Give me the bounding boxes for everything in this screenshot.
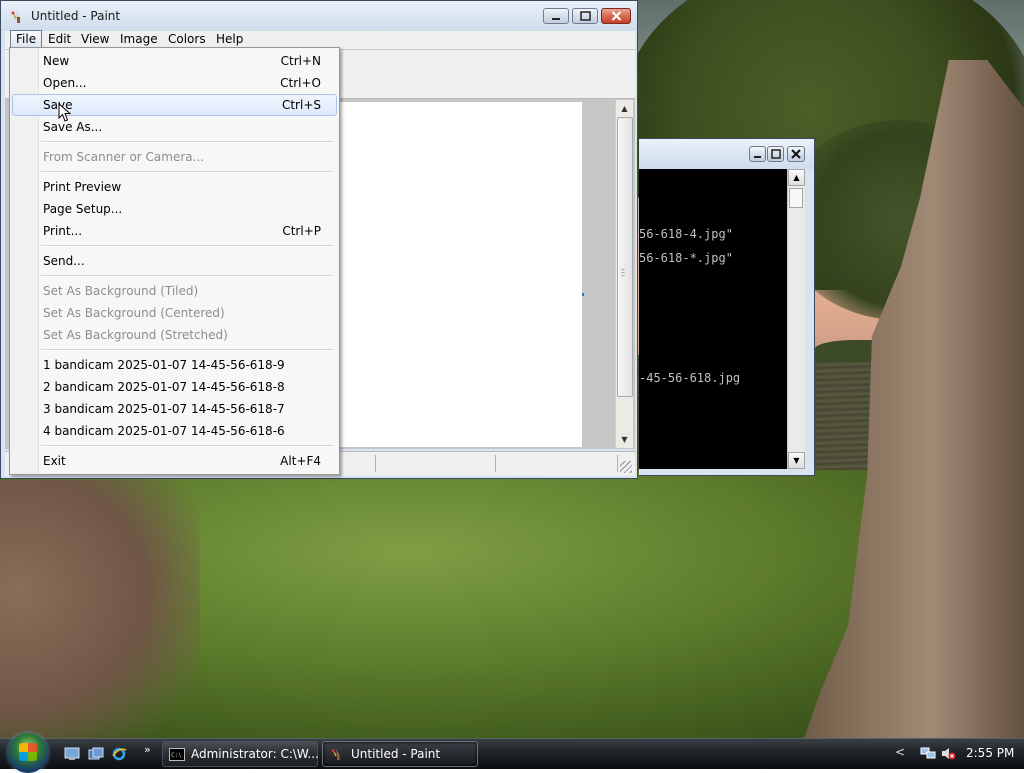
wallpaper-path <box>0 480 200 740</box>
paint-icon <box>331 748 340 761</box>
svg-text:C:\: C:\ <box>171 752 182 759</box>
cmd-titlebar[interactable] <box>639 139 814 169</box>
show-desktop-icon[interactable] <box>64 747 80 761</box>
taskbar-button-cmd[interactable]: C:\ Administrator: C:\W... <box>162 741 319 767</box>
internet-explorer-icon[interactable] <box>111 747 127 761</box>
menu-item-background-centered[interactable]: Set As Background (Centered) <box>12 302 337 324</box>
menu-item-page-setup[interactable]: Page Setup... <box>12 198 337 220</box>
scroll-grip-icon: – – – <box>621 265 625 280</box>
scroll-up-arrow-icon[interactable]: ▲ <box>788 169 805 186</box>
volume-muted-icon[interactable] <box>940 746 956 761</box>
maximize-icon <box>770 149 781 159</box>
menu-item-open[interactable]: Open... Ctrl+O <box>12 72 337 94</box>
paint-icon <box>11 11 20 23</box>
cmd-output-line: 56-618-4.jpg" <box>639 227 733 241</box>
close-icon <box>611 11 621 21</box>
menu-item-print-preview[interactable]: Print Preview <box>12 176 337 198</box>
canvas-resize-handle[interactable] <box>582 293 584 296</box>
menu-item-print[interactable]: Print... Ctrl+P <box>12 220 337 242</box>
cmd-icon: C:\ <box>169 748 185 761</box>
paint-titlebar[interactable]: Untitled - Paint <box>1 1 637 31</box>
close-icon <box>791 149 801 159</box>
cmd-minimize-button[interactable] <box>749 146 766 162</box>
scroll-down-arrow-icon[interactable]: ▼ <box>788 452 805 469</box>
quick-launch-more-icon[interactable]: » <box>144 743 151 756</box>
cmd-console-output[interactable]: 56-618-4.jpg" 56-618-*.jpg" -45-56-618.j… <box>639 169 787 469</box>
scroll-down-arrow-icon[interactable]: ▼ <box>616 431 633 448</box>
menu-separator <box>41 141 333 143</box>
cmd-close-button[interactable] <box>787 146 805 162</box>
tray-expand-chevron-icon[interactable]: < <box>895 745 905 759</box>
windows-logo-icon <box>19 743 37 761</box>
menu-separator <box>41 445 333 447</box>
cmd-output-line: 56-618-*.jpg" <box>639 251 733 265</box>
menu-item-from-scanner[interactable]: From Scanner or Camera... <box>12 146 337 168</box>
menu-separator <box>41 171 333 173</box>
maximize-button[interactable] <box>572 8 598 24</box>
cmd-scroll-thumb[interactable] <box>789 188 803 208</box>
cmd-maximize-button[interactable] <box>767 146 784 162</box>
cmd-output-line: -45-56-618.jpg <box>639 371 741 385</box>
minimize-button[interactable] <box>543 8 569 24</box>
system-clock[interactable]: 2:55 PM <box>966 746 1014 760</box>
menu-separator <box>41 245 333 247</box>
network-icon[interactable] <box>920 746 936 761</box>
status-cell <box>375 455 376 472</box>
cmd-vertical-scrollbar[interactable]: ▲ ▼ <box>787 169 805 469</box>
menu-item-recent-3[interactable]: 3 bandicam 2025-01-07 14-45-56-618-7 <box>12 398 337 420</box>
minimize-icon <box>754 155 761 158</box>
drawing-canvas[interactable] <box>337 102 582 447</box>
switch-windows-icon[interactable] <box>88 747 104 761</box>
close-button[interactable] <box>601 8 631 24</box>
window-title: Untitled - Paint <box>31 9 121 23</box>
start-button[interactable] <box>8 733 48 773</box>
scroll-up-arrow-icon[interactable]: ▲ <box>616 100 633 117</box>
status-cell <box>617 455 618 472</box>
menu-separator <box>41 349 333 351</box>
menu-item-send[interactable]: Send... <box>12 250 337 272</box>
menu-item-recent-4[interactable]: 4 bandicam 2025-01-07 14-45-56-618-6 <box>12 420 337 442</box>
menu-separator <box>41 275 333 277</box>
menu-item-background-stretched[interactable]: Set As Background (Stretched) <box>12 324 337 346</box>
resize-grip-icon[interactable] <box>620 461 632 473</box>
taskbar-button-paint[interactable]: Untitled - Paint <box>322 741 478 767</box>
canvas-vertical-scrollbar[interactable]: ▲ – – – ▼ <box>615 100 633 448</box>
menu-item-new[interactable]: New Ctrl+N <box>12 50 337 72</box>
command-prompt-window[interactable]: 56-618-4.jpg" 56-618-*.jpg" -45-56-618.j… <box>639 138 815 476</box>
menu-item-exit[interactable]: Exit Alt+F4 <box>12 450 337 472</box>
minimize-icon <box>552 17 560 20</box>
status-cell <box>495 455 496 472</box>
taskbar: » C:\ Administrator: C:\W... Untitled - … <box>0 733 1024 773</box>
menu-item-background-tiled[interactable]: Set As Background (Tiled) <box>12 280 337 302</box>
canvas-scroll-thumb[interactable]: – – – <box>617 117 633 397</box>
menu-file[interactable]: File <box>10 30 43 48</box>
menu-item-recent-2[interactable]: 2 bandicam 2025-01-07 14-45-56-618-8 <box>12 376 337 398</box>
mouse-pointer-icon <box>58 103 72 122</box>
menu-item-recent-1[interactable]: 1 bandicam 2025-01-07 14-45-56-618-9 <box>12 354 337 376</box>
maximize-icon <box>579 11 591 21</box>
